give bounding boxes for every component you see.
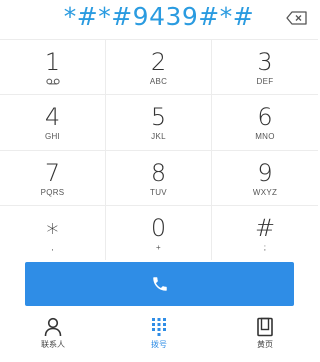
key-0[interactable]: 0 + [106,204,212,260]
key-letters: ; [263,242,267,252]
key-letters: DEF [256,77,274,86]
key-digit: 5 [150,103,167,132]
phone-icon [152,277,167,291]
key-digit: 4 [44,103,61,132]
key-hash[interactable]: # ; [212,204,318,260]
nav-contacts[interactable]: 联系人 [0,312,106,362]
key-5[interactable]: 5 JKL [106,94,212,150]
nav-label: 联系人 [41,340,65,349]
nav-label: 拨号 [151,340,167,349]
key-8[interactable]: 8 TUV [106,149,212,205]
key-letters: + [156,242,161,252]
key-3[interactable]: 3 DEF [212,39,318,94]
key-9[interactable]: 9 WXYZ [212,149,318,205]
key-star[interactable]: ∗ , [0,204,106,260]
key-digit: 1 [44,48,61,76]
keypad: 1 2 ABC 3 DEF 4 GHI 5 JKL 6 MNO 7 PQRS 8… [0,39,318,260]
voicemail-icon [45,78,60,85]
person-icon [44,317,62,337]
number-display: *#*#9439#*# [0,0,318,40]
nav-dialpad[interactable]: 拨号 [106,312,212,362]
key-digit: ∗ [44,213,61,242]
key-letters: ABC [149,77,168,86]
call-button[interactable] [25,262,294,306]
key-letters: , [51,242,54,252]
nav-label: 黄页 [257,340,273,349]
bottom-nav: 联系人 拨号 黄页 [0,312,318,362]
key-digit: 7 [44,158,61,187]
key-digit: 0 [150,213,167,242]
key-2[interactable]: 2 ABC [106,39,212,95]
key-letters: PQRS [40,187,65,197]
dialer-app: *#*#9439#*# 1 2 ABC 3 DEF 4 GHI 5 JKL 6 … [0,0,318,362]
key-letters: MNO [255,132,275,142]
key-letters: JKL [151,132,166,142]
key-digit: 2 [150,48,167,76]
dialed-number: *#*#9439#*# [63,2,255,31]
key-digit: # [254,213,276,242]
key-digit: 9 [257,158,273,187]
key-6[interactable]: 6 MNO [212,94,318,149]
key-letters: GHI [44,132,61,142]
key-digit: 8 [150,158,167,187]
key-letters: WXYZ [252,187,278,197]
key-digit: 3 [257,48,273,76]
nav-yellow-pages[interactable]: 黄页 [212,312,318,362]
yellow-pages-icon [257,317,273,337]
key-4[interactable]: 4 GHI [0,94,106,150]
key-letters: TUV [150,187,167,197]
key-digit: 6 [257,103,273,132]
key-1[interactable]: 1 [0,39,106,95]
dialpad-icon [152,318,166,336]
backspace-icon[interactable] [286,11,308,25]
key-7[interactable]: 7 PQRS [0,149,106,205]
